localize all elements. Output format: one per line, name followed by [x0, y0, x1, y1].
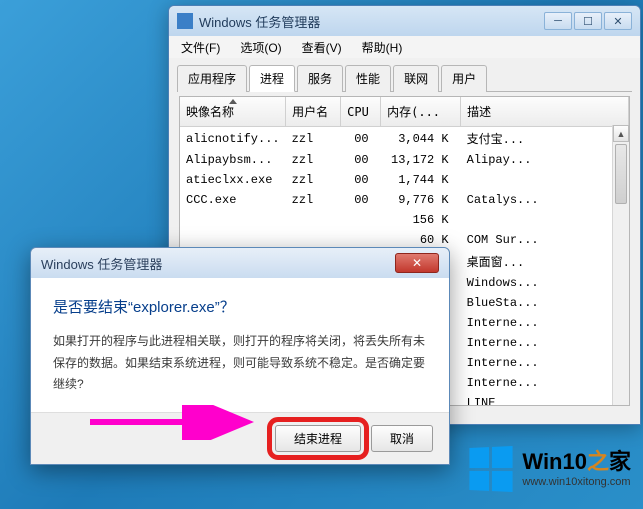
cell-image: atieclxx.exe — [180, 170, 286, 190]
cell-desc: 支付宝... — [461, 127, 629, 151]
cell-memory: 1,744 K — [381, 170, 461, 190]
col-memory[interactable]: 内存(... — [381, 97, 461, 127]
watermark-brand-b: 之 — [587, 449, 609, 474]
window-controls: ─ ☐ ✕ — [544, 12, 632, 30]
menu-options[interactable]: 选项(O) — [232, 37, 289, 58]
end-process-dialog: Windows 任务管理器 ✕ 是否要结束“explorer.exe”？ 如果打… — [30, 247, 450, 465]
scroll-up-button[interactable]: ▲ — [613, 125, 629, 142]
table-row[interactable]: Alipaybsm...zzl0013,172 KAlipay... — [180, 150, 629, 170]
tab-users[interactable]: 用户 — [441, 65, 487, 92]
cell-desc: Alipay... — [461, 150, 629, 170]
cell-cpu: 00 — [341, 150, 381, 170]
table-row[interactable]: atieclxx.exezzl001,744 K — [180, 170, 629, 190]
menubar: 文件(F) 选项(O) 查看(V) 帮助(H) — [169, 36, 640, 58]
col-description[interactable]: 描述 — [461, 97, 629, 127]
close-button[interactable]: ✕ — [604, 12, 632, 30]
minimize-button[interactable]: ─ — [544, 12, 572, 30]
cell-cpu — [341, 210, 381, 230]
cell-cpu: 00 — [341, 190, 381, 210]
cell-desc: BlueSta... — [461, 293, 629, 313]
cell-desc: Catalys... — [461, 190, 629, 210]
cell-user: zzl — [286, 170, 341, 190]
tab-services[interactable]: 服务 — [297, 65, 343, 92]
menu-file[interactable]: 文件(F) — [173, 37, 228, 58]
tab-applications[interactable]: 应用程序 — [177, 65, 247, 92]
watermark-brand-a: Win10 — [522, 449, 587, 474]
scroll-thumb[interactable] — [615, 144, 627, 204]
cell-cpu: 00 — [341, 170, 381, 190]
cell-desc: Interne... — [461, 373, 629, 393]
dialog-close-button[interactable]: ✕ — [395, 253, 439, 273]
col-cpu[interactable]: CPU — [341, 97, 381, 127]
cell-desc: 桌面窗... — [461, 250, 629, 273]
menu-help[interactable]: 帮助(H) — [354, 37, 411, 58]
cell-desc — [461, 210, 629, 230]
cell-memory: 9,776 K — [381, 190, 461, 210]
dialog-body: 是否要结束“explorer.exe”？ 如果打开的程序与此进程相关联，则打开的… — [31, 278, 449, 412]
titlebar[interactable]: Windows 任务管理器 ─ ☐ ✕ — [169, 6, 640, 36]
dialog-title: Windows 任务管理器 — [41, 254, 395, 273]
cell-user: zzl — [286, 150, 341, 170]
cell-image: Alipaybsm... — [180, 150, 286, 170]
cell-desc: Interne... — [461, 353, 629, 373]
windows-logo-icon — [470, 446, 513, 492]
vertical-scrollbar[interactable]: ▲ — [612, 125, 629, 405]
dialog-titlebar[interactable]: Windows 任务管理器 ✕ — [31, 248, 449, 278]
dialog-footer: 结束进程 取消 — [31, 412, 449, 464]
table-row[interactable]: 156 K — [180, 210, 629, 230]
col-image-label: 映像名称 — [186, 105, 234, 119]
dialog-heading: 是否要结束“explorer.exe”？ — [53, 296, 427, 317]
menu-view[interactable]: 查看(V) — [294, 37, 350, 58]
tabstrip: 应用程序 进程 服务 性能 联网 用户 — [177, 64, 632, 92]
watermark-url: www.win10xitong.com — [522, 476, 631, 489]
close-icon: ✕ — [412, 256, 422, 270]
cell-desc: COM Sur... — [461, 230, 629, 250]
table-row[interactable]: alicnotify...zzl003,044 K支付宝... — [180, 127, 629, 151]
cell-user: zzl — [286, 190, 341, 210]
cell-image: alicnotify... — [180, 127, 286, 151]
end-process-button[interactable]: 结束进程 — [275, 425, 361, 452]
col-image-name[interactable]: 映像名称 — [180, 97, 286, 127]
watermark: Win10之家 www.win10xitong.com — [468, 447, 631, 491]
cancel-button[interactable]: 取消 — [371, 425, 433, 452]
cell-user — [286, 210, 341, 230]
dialog-message: 如果打开的程序与此进程相关联，则打开的程序将关闭，将丢失所有未保存的数据。如果结… — [53, 331, 427, 396]
tab-networking[interactable]: 联网 — [393, 65, 439, 92]
maximize-button[interactable]: ☐ — [574, 12, 602, 30]
col-user[interactable]: 用户名 — [286, 97, 341, 127]
watermark-text: Win10之家 www.win10xitong.com — [522, 449, 631, 489]
cell-desc: LINE — [461, 393, 629, 406]
tab-performance[interactable]: 性能 — [345, 65, 391, 92]
cell-desc: Interne... — [461, 313, 629, 333]
cell-desc — [461, 170, 629, 190]
cell-memory: 13,172 K — [381, 150, 461, 170]
cell-memory: 156 K — [381, 210, 461, 230]
sort-indicator-icon — [229, 99, 237, 104]
cell-image: CCC.exe — [180, 190, 286, 210]
cell-desc: Windows... — [461, 273, 629, 293]
cell-desc: Interne... — [461, 333, 629, 353]
cell-image — [180, 210, 286, 230]
window-title: Windows 任务管理器 — [199, 12, 544, 31]
cell-cpu: 00 — [341, 127, 381, 151]
watermark-brand-c: 家 — [609, 449, 631, 474]
app-icon — [177, 13, 193, 29]
cell-memory: 3,044 K — [381, 127, 461, 151]
cell-user: zzl — [286, 127, 341, 151]
table-row[interactable]: CCC.exezzl009,776 KCatalys... — [180, 190, 629, 210]
tab-processes[interactable]: 进程 — [249, 65, 295, 92]
